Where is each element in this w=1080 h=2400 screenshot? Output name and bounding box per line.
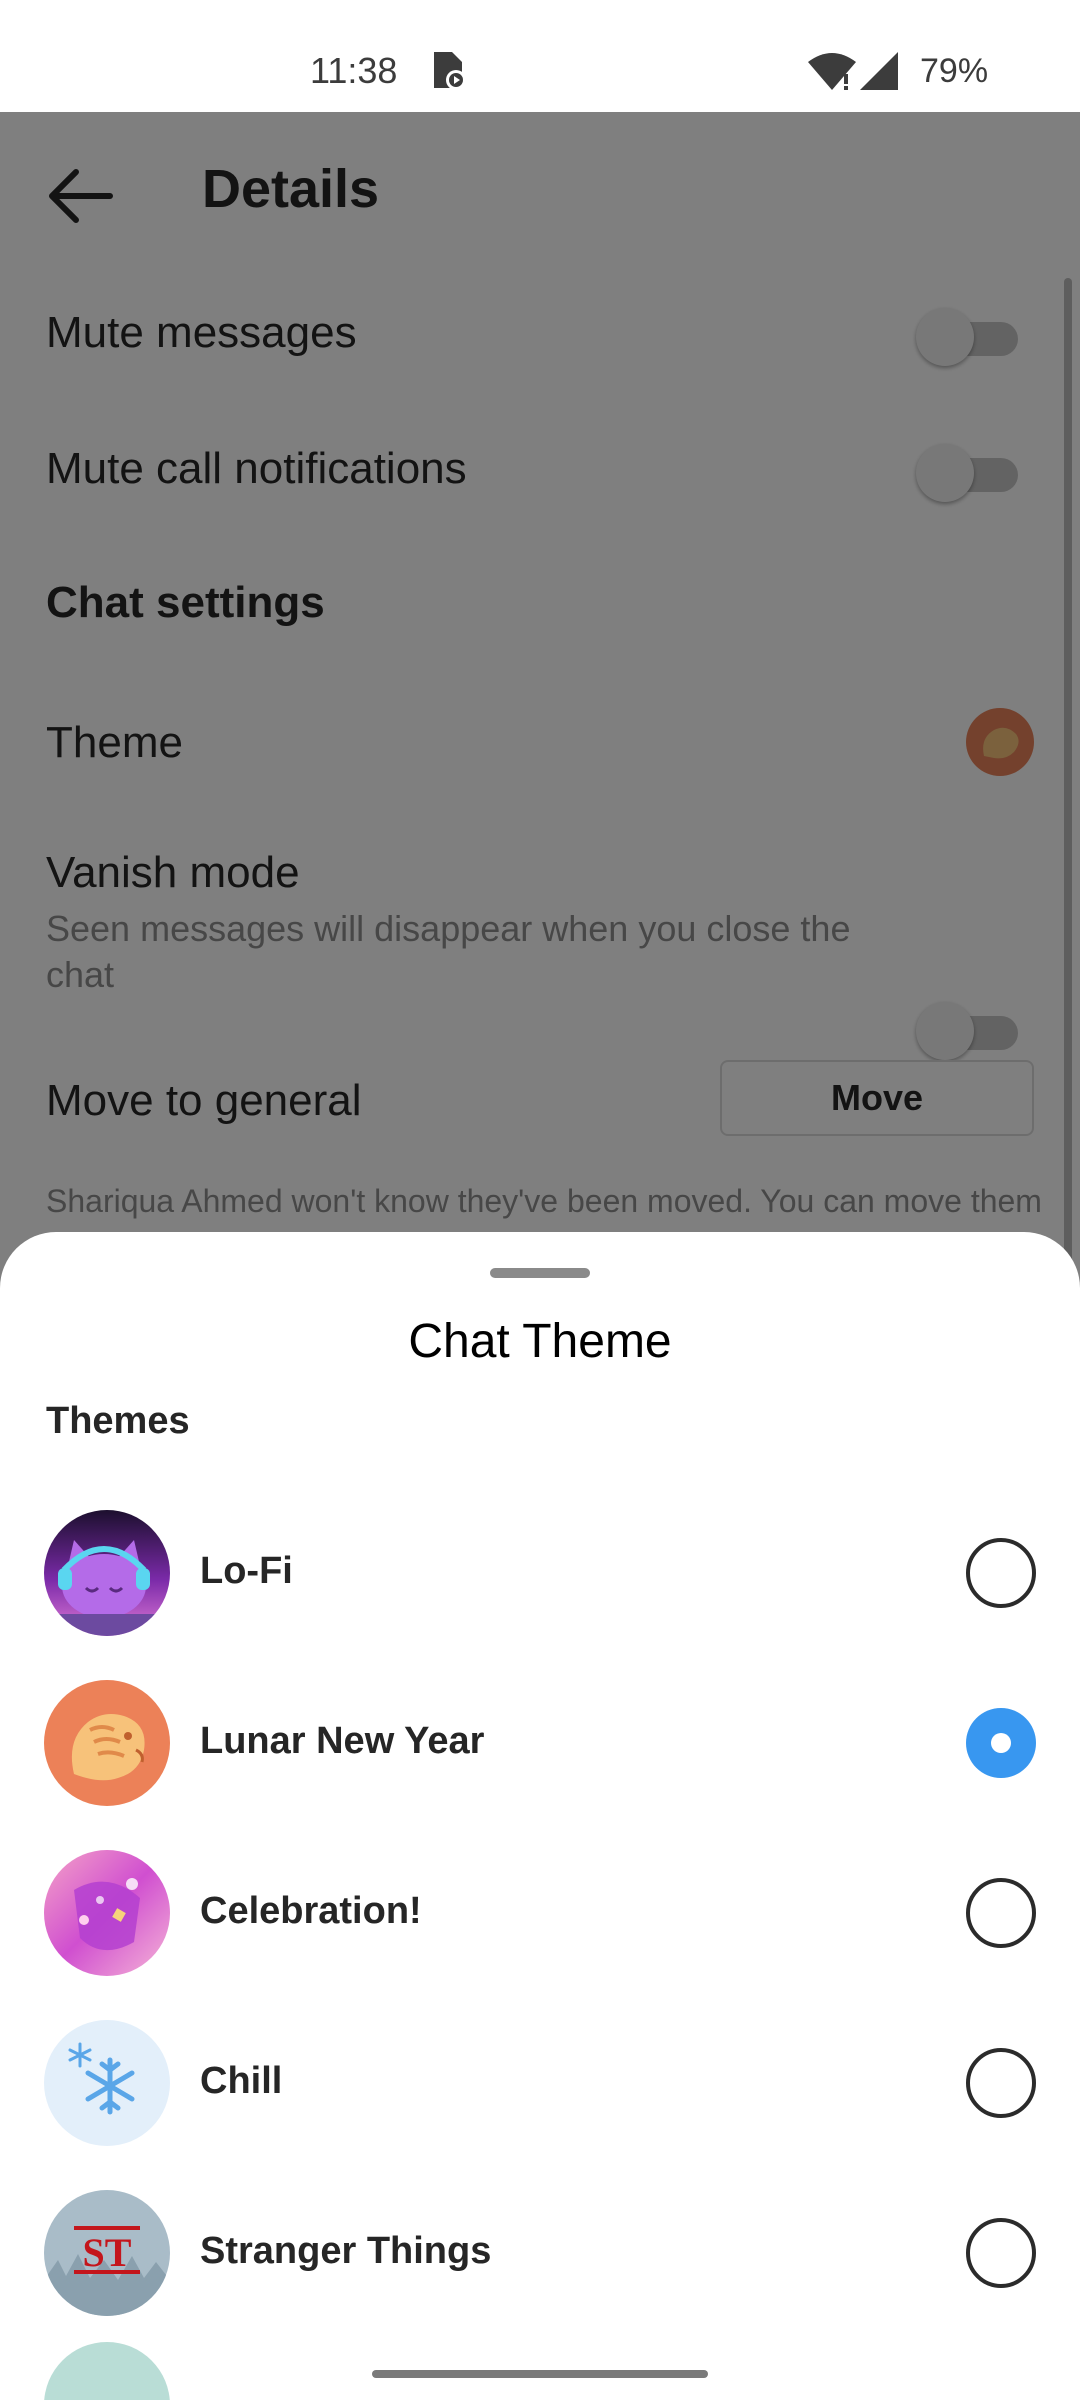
sheet-drag-handle[interactable] [490, 1268, 590, 1278]
sheet-title: Chat Theme [408, 1315, 672, 1368]
screen-record-icon [434, 52, 466, 90]
theme-option-chill[interactable]: Chill [0, 1998, 1080, 2168]
themes-section-header: Themes [46, 1400, 190, 1442]
status-bar: 11:38 79% [0, 0, 1080, 112]
snowflake-icon [44, 2020, 170, 2146]
theme-label-lunar-new-year: Lunar New Year [200, 1720, 485, 1762]
confetti-icon [44, 1850, 170, 1976]
tiger-icon [44, 1680, 170, 1806]
radio-lofi[interactable] [966, 1538, 1036, 1608]
signal-icon [860, 52, 898, 90]
lofi-cat-icon [44, 1510, 170, 1636]
battery-level: 79% [920, 52, 989, 90]
wifi-icon [808, 53, 856, 90]
theme-label-stranger-things: Stranger Things [200, 2230, 492, 2272]
radio-stranger-things[interactable] [966, 2218, 1036, 2288]
svg-text:ST: ST [83, 2230, 132, 2275]
theme-label-chill: Chill [200, 2060, 283, 2102]
st-logo-icon: ST [44, 2190, 170, 2316]
theme-label-lofi: Lo-Fi [200, 1550, 293, 1592]
theme-option-lofi[interactable]: Lo-Fi [0, 1488, 1080, 1658]
next-theme-thumbnail[interactable] [44, 2342, 170, 2400]
radio-lunar-new-year[interactable] [966, 1708, 1036, 1778]
radio-celebration[interactable] [966, 1878, 1036, 1948]
radio-chill[interactable] [966, 2048, 1036, 2118]
theme-option-lunar-new-year[interactable]: Lunar New Year [0, 1658, 1080, 1828]
theme-option-stranger-things[interactable]: ST Stranger Things [0, 2168, 1080, 2338]
chat-theme-sheet: Chat Theme Themes Lo-Fi Lunar New Year C… [0, 1232, 1080, 2400]
theme-label-celebration: Celebration! [200, 1890, 422, 1932]
theme-option-celebration[interactable]: Celebration! [0, 1828, 1080, 1998]
home-indicator[interactable] [372, 2370, 708, 2378]
status-time: 11:38 [310, 50, 398, 91]
